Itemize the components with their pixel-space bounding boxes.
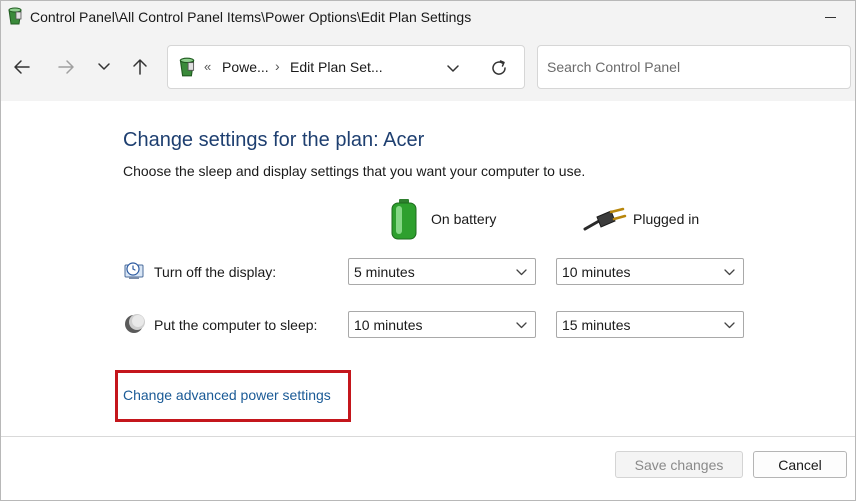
sleep-battery-select[interactable]: 10 minutes bbox=[348, 311, 536, 338]
minimize-button[interactable] bbox=[816, 1, 844, 34]
address-bar[interactable]: « Powe... › Edit Plan Set... bbox=[167, 45, 525, 89]
select-value: 10 minutes bbox=[562, 264, 631, 280]
chevron-down-icon bbox=[516, 269, 527, 276]
column-label-plugged: Plugged in bbox=[633, 211, 700, 227]
save-changes-button[interactable]: Save changes bbox=[615, 451, 743, 478]
footer-bar: Save changes Cancel bbox=[1, 436, 855, 500]
chevron-down-icon[interactable] bbox=[444, 59, 462, 77]
select-value: 15 minutes bbox=[562, 317, 631, 333]
chevron-down-icon bbox=[98, 63, 110, 70]
up-button[interactable] bbox=[127, 54, 153, 80]
breadcrumb-edit-plan-settings[interactable]: Edit Plan Set... bbox=[290, 59, 383, 75]
advanced-power-settings-link[interactable]: Change advanced power settings bbox=[123, 387, 331, 403]
moon-icon bbox=[125, 314, 145, 333]
refresh-icon[interactable] bbox=[488, 57, 510, 79]
edit-plan-settings-window: Control Panel\All Control Panel Items\Po… bbox=[0, 0, 856, 501]
breadcrumb-overflow[interactable]: « bbox=[204, 59, 211, 74]
battery-icon bbox=[391, 199, 417, 240]
column-on-battery: On battery bbox=[389, 197, 539, 241]
minimize-icon bbox=[824, 17, 836, 18]
forward-button[interactable] bbox=[53, 54, 79, 80]
column-label-battery: On battery bbox=[431, 211, 497, 227]
window-title: Control Panel\All Control Panel Items\Po… bbox=[30, 9, 472, 25]
arrow-up-icon bbox=[133, 59, 147, 75]
select-value: 10 minutes bbox=[354, 317, 423, 333]
plug-icon bbox=[583, 207, 627, 231]
display-plugged-select[interactable]: 10 minutes bbox=[556, 258, 744, 285]
recent-locations-button[interactable] bbox=[91, 54, 117, 80]
page-description: Choose the sleep and display settings th… bbox=[123, 163, 586, 179]
breadcrumb-separator[interactable]: › bbox=[275, 58, 280, 74]
cancel-button[interactable]: Cancel bbox=[753, 451, 847, 478]
display-clock-icon bbox=[124, 262, 144, 279]
chevron-down-icon bbox=[724, 322, 735, 329]
select-value: 5 minutes bbox=[354, 264, 415, 280]
chevron-down-icon bbox=[516, 322, 527, 329]
breadcrumb-power-options[interactable]: Powe... bbox=[222, 59, 269, 75]
search-input[interactable] bbox=[538, 46, 850, 88]
back-button[interactable] bbox=[9, 54, 35, 80]
row-label-sleep: Put the computer to sleep: bbox=[154, 317, 318, 333]
chevron-down-icon bbox=[724, 269, 735, 276]
title-bar: Control Panel\All Control Panel Items\Po… bbox=[1, 1, 855, 34]
arrow-left-icon bbox=[14, 60, 30, 74]
page-title: Change settings for the plan: Acer bbox=[123, 129, 425, 151]
sleep-plugged-select[interactable]: 15 minutes bbox=[556, 311, 744, 338]
main-content: Change settings for the plan: Acer Choos… bbox=[1, 101, 855, 436]
column-plugged-in: Plugged in bbox=[583, 197, 743, 241]
navigation-bar: « Powe... › Edit Plan Set... bbox=[1, 34, 855, 101]
display-battery-select[interactable]: 5 minutes bbox=[348, 258, 536, 285]
arrow-right-icon bbox=[58, 60, 74, 74]
control-panel-power-icon bbox=[8, 7, 22, 25]
search-box[interactable] bbox=[537, 45, 851, 89]
control-panel-power-icon bbox=[179, 57, 195, 77]
row-label-display: Turn off the display: bbox=[154, 264, 277, 280]
